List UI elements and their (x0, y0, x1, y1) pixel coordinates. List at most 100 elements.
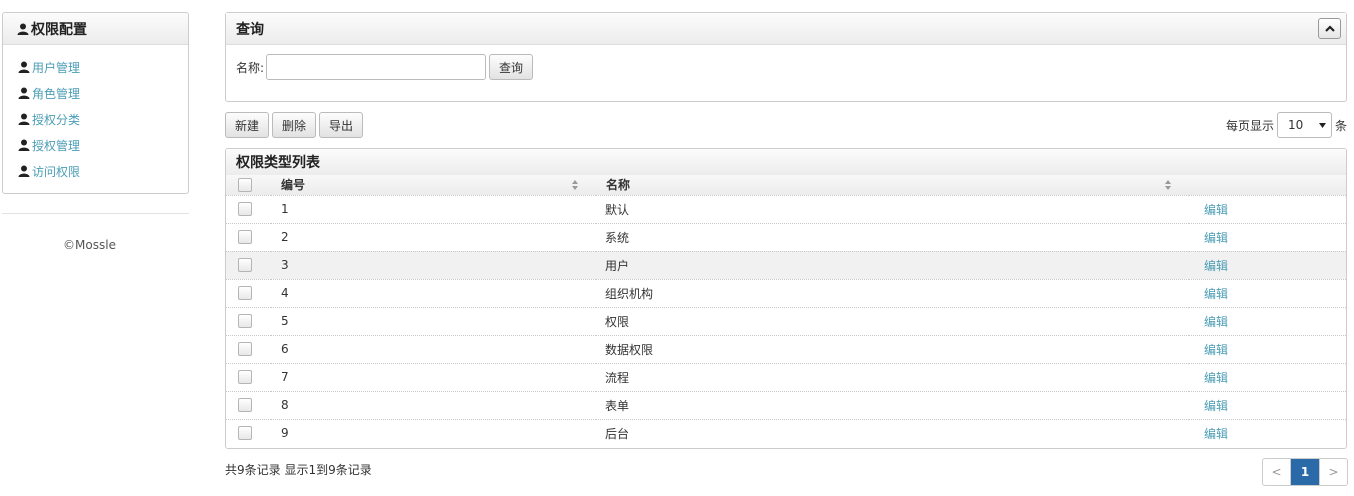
cell-name: 后台 (605, 426, 630, 441)
row-checkbox[interactable] (238, 202, 252, 216)
edit-link[interactable]: 编辑 (1204, 231, 1228, 245)
sidebar-divider (2, 213, 189, 214)
sidebar-header: 权限配置 (3, 13, 188, 45)
action-toolbar: 新建 删除 导出 (225, 112, 364, 138)
edit-link[interactable]: 编辑 (1204, 399, 1228, 413)
cell-id: 1 (281, 202, 289, 216)
row-checkbox[interactable] (238, 426, 252, 441)
sort-icon (572, 180, 578, 190)
row-checkbox[interactable] (238, 230, 252, 244)
cell-name: 组织机构 (605, 286, 654, 301)
sidebar-item-user-management[interactable]: 用户管理 (3, 54, 188, 80)
page-size-select[interactable]: 10 (1276, 112, 1332, 138)
sort-icon (1165, 180, 1171, 190)
sidebar-title: 权限配置 (31, 21, 87, 38)
cell-actions: 编辑 (1189, 335, 1346, 363)
user-icon (18, 113, 30, 125)
edit-link[interactable]: 编辑 (1204, 287, 1228, 301)
cell-actions: 编辑 (1189, 307, 1346, 335)
edit-link[interactable]: 编辑 (1204, 371, 1228, 385)
query-panel-header: 查询 (226, 13, 1346, 45)
table-row: 5 权限 编辑 (226, 307, 1346, 335)
collapse-button[interactable] (1318, 18, 1341, 39)
cell-id: 8 (281, 398, 289, 412)
pagination-page-1[interactable]: 1 (1291, 459, 1319, 485)
table-header-row: 编号 名称 (226, 175, 1346, 195)
sidebar-item-label: 访问权限 (32, 164, 81, 179)
table-row: 4 组织机构 编辑 (226, 279, 1346, 307)
row-checkbox-cell (226, 223, 271, 251)
sidebar-item-label: 用户管理 (32, 60, 81, 75)
query-button[interactable]: 查询 (489, 54, 534, 80)
sidebar-item-access-permission[interactable]: 访问权限 (3, 158, 188, 184)
cell-name: 系统 (605, 230, 630, 245)
cell-actions: 编辑 (1189, 279, 1346, 307)
row-checkbox[interactable] (238, 370, 252, 384)
cell-id: 7 (281, 370, 289, 384)
row-checkbox[interactable] (238, 342, 252, 356)
page-size-suffix: 条 (1334, 118, 1347, 133)
sidebar-item-label: 角色管理 (32, 86, 81, 101)
cell-name: 默认 (605, 202, 630, 217)
cell-id: 6 (281, 342, 289, 356)
delete-button[interactable]: 删除 (272, 112, 317, 138)
chevron-up-icon (1324, 25, 1335, 32)
pagination: < 1 > (1262, 458, 1348, 486)
sidebar-item-label: 授权管理 (32, 138, 81, 153)
row-checkbox-cell (226, 391, 271, 419)
user-icon (18, 87, 30, 99)
user-icon (18, 61, 30, 73)
cell-id: 5 (281, 314, 289, 328)
pagination-next-button[interactable]: > (1319, 459, 1347, 485)
sidebar-item-auth-management[interactable]: 授权管理 (3, 132, 188, 158)
table-row: 6 数据权限 编辑 (226, 335, 1346, 363)
cell-actions: 编辑 (1189, 419, 1346, 447)
cell-actions: 编辑 (1189, 195, 1346, 223)
edit-link[interactable]: 编辑 (1204, 315, 1228, 329)
new-button[interactable]: 新建 (225, 112, 270, 138)
table-row: 2 系统 编辑 (226, 223, 1346, 251)
export-button[interactable]: 导出 (319, 112, 364, 138)
user-icon (17, 23, 29, 35)
page-size-prefix: 每页显示 (1225, 118, 1274, 133)
cell-name: 数据权限 (605, 342, 654, 357)
row-checkbox-cell (226, 363, 271, 391)
sidebar-item-role-management[interactable]: 角色管理 (3, 80, 188, 106)
row-checkbox[interactable] (238, 398, 252, 412)
cell-actions: 编辑 (1189, 251, 1346, 279)
page-size-control: 每页显示 10 条 (1226, 112, 1347, 138)
cell-name: 表单 (605, 398, 630, 413)
edit-link[interactable]: 编辑 (1204, 203, 1228, 217)
cell-id: 4 (281, 286, 289, 300)
select-all-checkbox[interactable] (238, 177, 252, 192)
query-form: 名称: 查询 (226, 45, 1346, 89)
table-row: 8 表单 编辑 (226, 391, 1346, 419)
records-info: 共9条记录 显示1到9条记录 (225, 463, 372, 477)
query-panel: 查询 名称: 查询 (225, 12, 1347, 102)
caret-down-icon (1318, 122, 1326, 128)
column-header-label: 编号 (281, 178, 306, 193)
sidebar-item-auth-category[interactable]: 授权分类 (3, 106, 188, 132)
column-header-label: 名称 (606, 178, 631, 193)
cell-name: 用户 (605, 258, 630, 273)
row-checkbox[interactable] (238, 258, 252, 272)
edit-link[interactable]: 编辑 (1204, 259, 1228, 273)
column-header-actions (1189, 175, 1346, 195)
table-body: 1 默认 编辑 2 系统 编辑 3 用户 编辑 4 组织机构 编辑 5 权限 编辑 6 数据权限 编辑 7 流程 编辑 8… (226, 195, 1346, 447)
pagination-prev-button[interactable]: < (1263, 459, 1291, 485)
row-checkbox-cell (226, 251, 271, 279)
table-panel: 权限类型列表 编号 名称 1 默认 编辑 2 系统 编辑 3 用户 编辑 4 组织机构 编辑 5 权限 编辑… (225, 148, 1347, 449)
name-input[interactable] (266, 54, 487, 80)
row-checkbox-cell (226, 279, 271, 307)
cell-id: 3 (281, 258, 289, 272)
row-checkbox[interactable] (238, 314, 252, 328)
cell-name: 流程 (605, 370, 630, 385)
page-size-value: 10 (1287, 118, 1304, 132)
column-header-id[interactable]: 编号 (271, 175, 596, 195)
cell-name: 权限 (605, 314, 630, 329)
row-checkbox[interactable] (238, 286, 252, 300)
table-row: 7 流程 编辑 (226, 363, 1346, 391)
edit-link[interactable]: 编辑 (1204, 343, 1228, 357)
edit-link[interactable]: 编辑 (1204, 427, 1228, 441)
column-header-name[interactable]: 名称 (596, 175, 1189, 195)
